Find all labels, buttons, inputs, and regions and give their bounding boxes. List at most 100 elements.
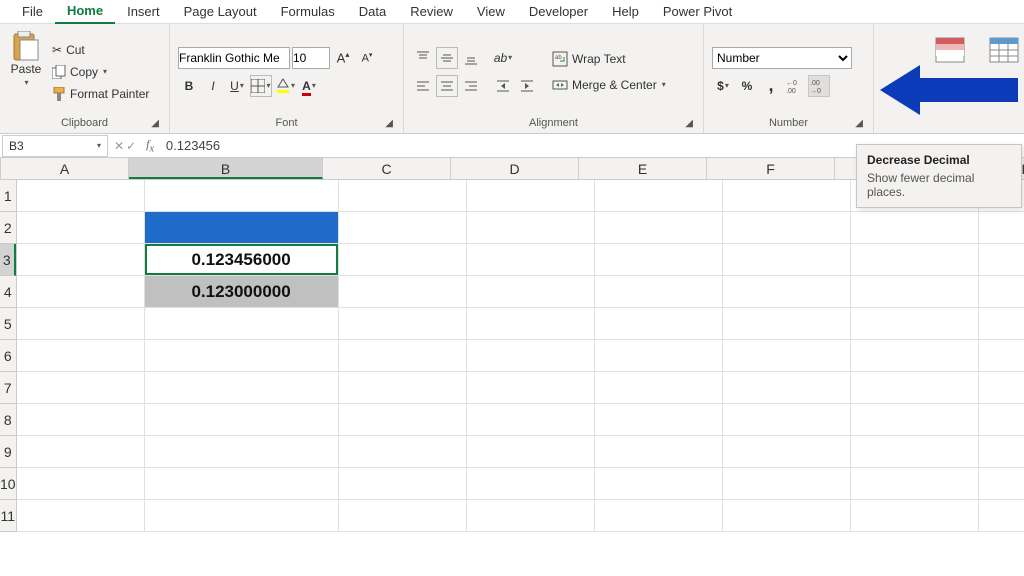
cut-button[interactable]: ✂ Cut [48,40,153,60]
percent-button[interactable]: % [736,75,758,97]
orientation-button[interactable]: ab▾ [492,47,514,69]
tab-page-layout[interactable]: Page Layout [172,0,269,23]
cell[interactable] [17,212,145,244]
dialog-launcher-icon[interactable]: ◢ [385,118,393,129]
cell[interactable] [979,308,1024,340]
format-painter-button[interactable]: Format Painter [48,84,153,104]
cell[interactable] [17,436,145,468]
cell[interactable] [467,180,595,212]
column-header[interactable]: F [707,158,835,179]
cell[interactable] [723,500,851,532]
cell[interactable] [595,436,723,468]
cell[interactable] [595,340,723,372]
cell[interactable] [467,468,595,500]
cell[interactable] [851,276,979,308]
cell[interactable] [145,404,339,436]
cancel-formula-icon[interactable]: ✕ [114,139,124,153]
row-header[interactable]: 8 [0,404,16,436]
cell[interactable] [595,308,723,340]
italic-button[interactable]: I [202,75,224,97]
cell[interactable] [851,244,979,276]
cell[interactable] [467,212,595,244]
underline-button[interactable]: U▾ [226,75,248,97]
row-header[interactable]: 10 [0,468,16,500]
cell[interactable] [339,308,467,340]
cell-b2[interactable] [145,212,339,244]
cell[interactable] [17,468,145,500]
cell[interactable] [17,276,145,308]
decrease-font-button[interactable]: A▾ [356,47,378,69]
cell-b3[interactable]: 0.123456000 [145,244,339,276]
cell[interactable] [339,212,467,244]
cell[interactable] [851,404,979,436]
cell[interactable] [979,468,1024,500]
cell[interactable] [979,372,1024,404]
cell[interactable] [723,436,851,468]
dialog-launcher-icon[interactable]: ◢ [855,118,863,129]
cell[interactable] [979,244,1024,276]
row-header[interactable]: 11 [0,500,16,532]
cell[interactable] [851,468,979,500]
align-bottom-button[interactable] [460,47,482,69]
cell[interactable] [723,404,851,436]
font-color-button[interactable]: A▾ [298,75,320,97]
cell[interactable] [851,436,979,468]
row-header[interactable]: 5 [0,308,16,340]
column-header[interactable]: D [451,158,579,179]
row-header[interactable]: 9 [0,436,16,468]
tab-home[interactable]: Home [55,0,115,24]
tab-power-pivot[interactable]: Power Pivot [651,0,744,23]
enter-formula-icon[interactable]: ✓ [126,139,136,153]
cell[interactable] [17,308,145,340]
name-box[interactable]: B3 ▾ [2,135,108,157]
cell[interactable] [339,436,467,468]
row-header[interactable]: 3 [0,244,16,276]
number-format-combo[interactable]: Number [712,47,852,69]
cell[interactable] [979,212,1024,244]
cell[interactable] [339,372,467,404]
tab-insert[interactable]: Insert [115,0,172,23]
cell[interactable] [145,500,339,532]
copy-button[interactable]: Copy ▾ [48,62,153,82]
cell[interactable] [979,436,1024,468]
cell[interactable] [145,308,339,340]
cell[interactable] [467,276,595,308]
align-top-button[interactable] [412,47,434,69]
bold-button[interactable]: B [178,75,200,97]
cell[interactable] [17,244,145,276]
cell[interactable] [17,404,145,436]
cell[interactable] [851,308,979,340]
merge-center-button[interactable]: Merge & Center ▾ [548,75,670,95]
column-header[interactable]: B [129,158,323,179]
cell[interactable] [467,244,595,276]
tab-review[interactable]: Review [398,0,465,23]
row-header[interactable]: 2 [0,212,16,244]
cell-b4[interactable]: 0.123000000 [145,276,339,308]
fx-icon[interactable]: fx [140,137,160,154]
cell[interactable] [467,436,595,468]
font-name-combo[interactable] [178,47,290,69]
cell[interactable] [723,244,851,276]
cell[interactable] [595,372,723,404]
align-right-button[interactable] [460,75,482,97]
cell[interactable] [339,244,467,276]
decrease-indent-button[interactable] [492,75,514,97]
cell[interactable] [595,276,723,308]
cell[interactable] [851,500,979,532]
cell[interactable] [145,468,339,500]
tab-help[interactable]: Help [600,0,651,23]
cell[interactable] [145,372,339,404]
column-header[interactable]: E [579,158,707,179]
cell[interactable] [145,180,339,212]
dialog-launcher-icon[interactable]: ◢ [151,118,159,129]
align-middle-button[interactable] [436,47,458,69]
cell[interactable] [467,404,595,436]
column-header[interactable]: A [1,158,129,179]
tab-view[interactable]: View [465,0,517,23]
tab-developer[interactable]: Developer [517,0,600,23]
align-center-button[interactable] [436,75,458,97]
cell[interactable] [467,308,595,340]
cell[interactable] [723,308,851,340]
increase-font-button[interactable]: A▴ [332,47,354,69]
tab-file[interactable]: File [10,0,55,23]
